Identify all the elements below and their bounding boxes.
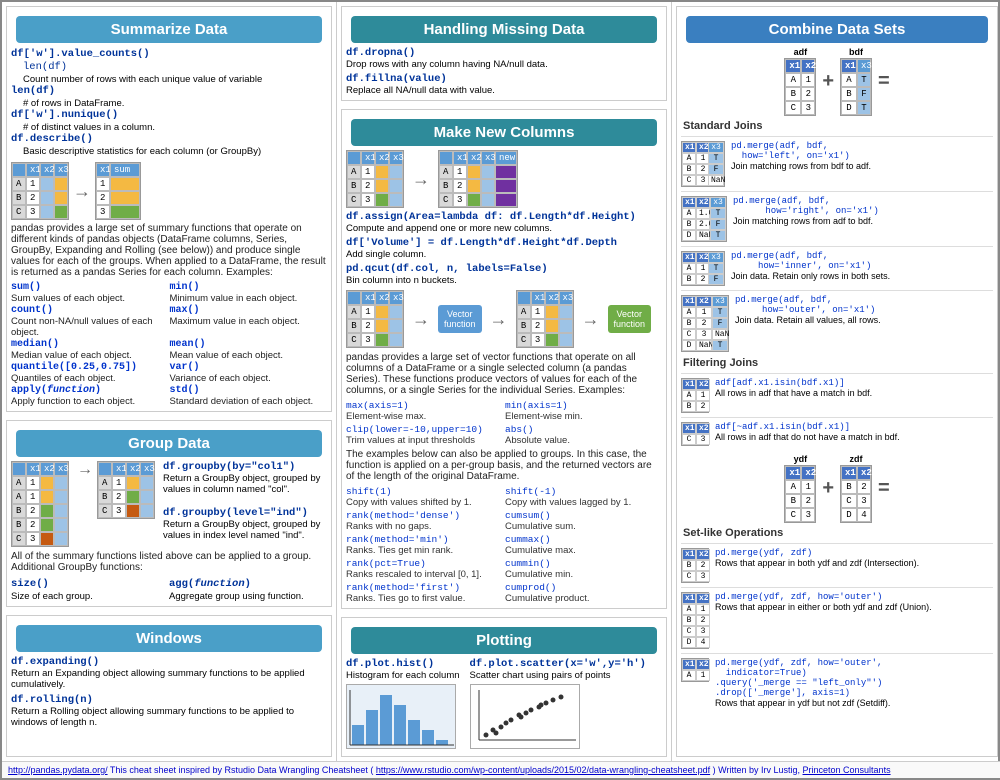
combine-visual-bottom: ydf x1x2 A1 B2 C3 + zdf x1x2 B2 C3 xyxy=(681,454,993,523)
groupby1-code: df.groupby(by="col1") xyxy=(163,461,327,473)
dropna-desc: Drop rows with any column having NA/null… xyxy=(346,59,662,70)
summarize-visual: x1x2x3 A1 B2 C3 → x1sum 1 2 3 xyxy=(11,162,327,220)
rolling-code: df.rolling(n) xyxy=(11,694,327,706)
vector-functions: max(axis=1) Element-wise max. min(axis=1… xyxy=(346,400,662,446)
len-desc: # of rows in DataFrame. xyxy=(11,97,327,109)
plotting-area: df.plot.hist() Histogram for each column xyxy=(346,658,662,752)
hist-desc: Histogram for each column xyxy=(346,670,460,681)
addcol-code: df['Volume'] = df.Length*df.Height*df.De… xyxy=(346,237,662,249)
describe-desc: Basic descriptive statistics for each co… xyxy=(11,145,327,157)
set-op-2: x1x2 A1 B2 C3 D4 pd.merge(ydf, zdf, how=… xyxy=(681,587,993,649)
expanding-desc: Return an Expanding object allowing summ… xyxy=(11,668,327,690)
filtering-joins-label: Filtering Joins xyxy=(683,357,993,369)
len-code: len(df) xyxy=(11,85,327,97)
assign-code: df.assign(Area=lambda df: df.Length*df.H… xyxy=(346,211,662,223)
groupby2-code: df.groupby(level="ind") xyxy=(163,507,327,519)
outer-join: x1x2x3 A1T B2F C3NaN DNaNT pd.merge(adf,… xyxy=(681,290,993,352)
combine-header: Combine Data Sets xyxy=(686,16,988,43)
groupdata-functions: size() Size of each group. agg(function)… xyxy=(11,577,327,602)
footer-link1[interactable]: http://pandas.pydata.org/ xyxy=(8,765,108,775)
scatter-chart xyxy=(470,684,580,749)
groupby1-desc: Return a GroupBy object, grouped by valu… xyxy=(163,473,327,495)
filter-join-1: x1x2 A1 B2 adf[adf.x1.isin(bdf.x1)] All … xyxy=(681,373,993,413)
function-grid: sum() Sum values of each object. min() M… xyxy=(11,282,327,407)
value-counts-desc: len(df) Count number of rows with each u… xyxy=(11,60,327,85)
set-op-3: x1x2 A1 pd.merge(ydf, zdf, how='outer', … xyxy=(681,653,993,708)
summary-intro: pandas provides a large set of summary f… xyxy=(11,223,327,278)
shift-functions: shift(1) Copy with values shifted by 1. … xyxy=(346,486,662,604)
vector-intro: pandas provides a large set of vector fu… xyxy=(346,352,662,396)
addcol-desc: Add single column. xyxy=(346,249,662,260)
footer-text1: This cheat sheet inspired by Rstudio Dat… xyxy=(110,765,373,775)
scatter-code: df.plot.scatter(x='w',y='h') xyxy=(470,658,646,670)
plotting-header: Plotting xyxy=(351,627,657,654)
scatter-desc: Scatter chart using pairs of points xyxy=(470,670,646,681)
fillna-desc: Replace all NA/null data with value. xyxy=(346,85,662,96)
assign-desc: Compute and append one or more new colum… xyxy=(346,223,662,234)
histogram-chart xyxy=(346,684,456,749)
makenew-header: Make New Columns xyxy=(351,119,657,146)
value-counts-code: df['w'].value_counts() xyxy=(11,47,327,60)
set-op-1: x1x2 B2 C3 pd.merge(ydf, zdf) Rows that … xyxy=(681,543,993,583)
summarize-header: Summarize Data xyxy=(16,16,322,43)
qcut-desc: Bin column into n buckets. xyxy=(346,275,662,286)
groupdata-note: All of the summary functions listed abov… xyxy=(11,551,327,573)
hist-code: df.plot.hist() xyxy=(346,658,460,670)
footer: http://pandas.pydata.org/ This cheat she… xyxy=(2,761,1000,778)
footer-link2[interactable]: https://www.rstudio.com/wp-content/uploa… xyxy=(376,765,710,775)
handling-header: Handling Missing Data xyxy=(351,16,657,43)
describe-code: df.describe() xyxy=(11,133,327,145)
vector-visual: x1x2x3 A1 B2 C3 → Vectorfunction → x1x2x… xyxy=(346,290,662,348)
inner-join: x1x2x3 A1T B2F pd.merge(adf, bdf, how='i… xyxy=(681,246,993,286)
dropna-code: df.dropna() xyxy=(346,47,662,59)
expanding-code: df.expanding() xyxy=(11,656,327,668)
shift-note: The examples below can also be applied t… xyxy=(346,449,662,482)
qcut-code: pd.qcut(df.col, n, labels=False) xyxy=(346,263,662,275)
filter-join-2: x1x2 C3 adf[~adf.x1.isin(bdf.x1)] All ro… xyxy=(681,417,993,446)
footer-text2: ) Written by Irv Lustig, xyxy=(713,765,800,775)
nunique-desc: # of distinct values in a column. xyxy=(11,121,327,133)
windows-header: Windows xyxy=(16,625,322,652)
fillna-code: df.fillna(value) xyxy=(346,73,662,85)
groupdata-visual: x1x2x3 A1 A1 B2 B2 C3 → x1x2x3 A1 B2 C3 xyxy=(11,461,327,547)
combine-visual-top: adf x1x2 A1 B2 C3 + bdf x1x3 AT BF xyxy=(681,47,993,116)
groupdata-header: Group Data xyxy=(16,430,322,457)
nunique-code: df['w'].nunique() xyxy=(11,109,327,121)
makenew-visual: x1x2x3 A1 B2 C3 → x1x2x3new A1 B2 C3 xyxy=(346,150,662,208)
left-join: x1x2x3 A1T B2F C3NaN pd.merge(adf, bdf, … xyxy=(681,136,993,187)
groupby2-desc: Return a GroupBy object, grouped by valu… xyxy=(163,519,327,541)
right-join: x1x2x3 A1.0T B2.0F DNaNT pd.merge(adf, b… xyxy=(681,191,993,242)
set-ops-label: Set-like Operations xyxy=(683,527,993,539)
rolling-desc: Return a Rolling object allowing summary… xyxy=(11,706,327,728)
footer-link3[interactable]: Princeton Consultants xyxy=(803,765,891,775)
standard-joins-label: Standard Joins xyxy=(683,120,993,132)
